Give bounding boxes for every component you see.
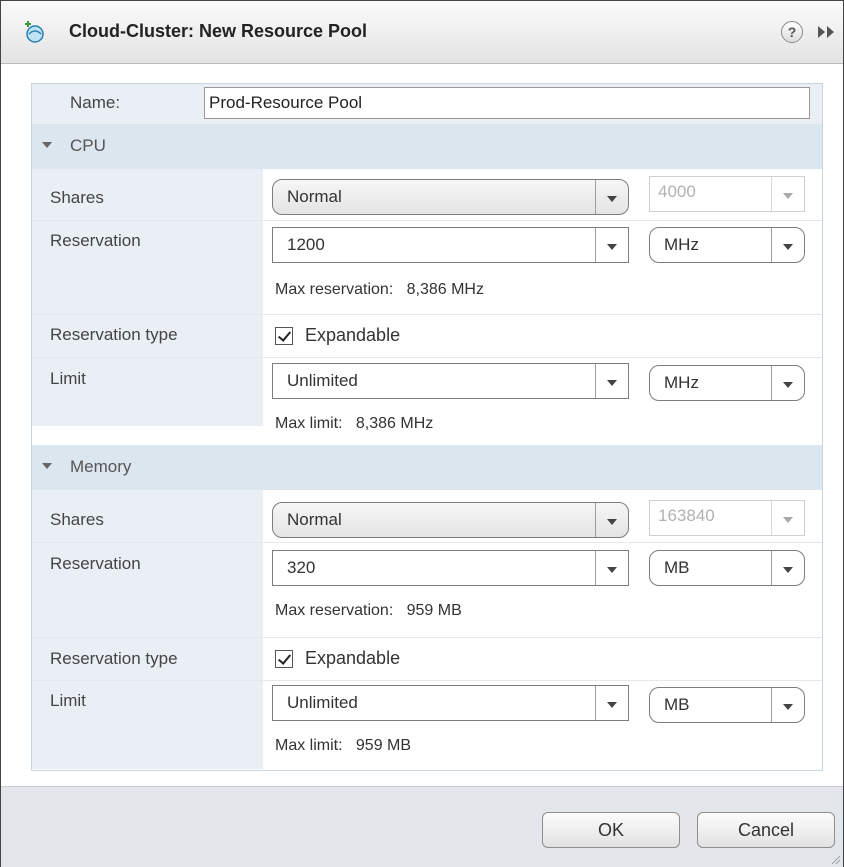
memory-max-reservation: Max reservation: 959 MB — [275, 602, 462, 619]
dialog-title: Cloud-Cluster: New Resource Pool — [69, 21, 368, 41]
cpu-reservation-unit-select[interactable]: MHz — [649, 227, 805, 263]
memory-reservation-unit-select[interactable]: MB — [649, 550, 805, 586]
dropdown-arrow-icon — [771, 177, 804, 211]
dropdown-arrow-icon[interactable] — [771, 688, 804, 722]
dropdown-arrow-icon[interactable] — [595, 686, 628, 720]
cancel-button[interactable]: Cancel — [697, 812, 835, 848]
cpu-section-title: CPU — [70, 136, 106, 155]
dropdown-arrow-icon — [771, 501, 804, 535]
dropdown-arrow-icon[interactable] — [595, 364, 628, 398]
memory-reservation-combo[interactable]: 320 — [272, 550, 629, 586]
dropdown-arrow-icon[interactable] — [595, 180, 628, 214]
memory-reservation-value: 320 — [287, 558, 316, 577]
cpu-limit-combo[interactable]: Unlimited — [272, 363, 629, 399]
cpu-shares-value: 4000 — [658, 182, 696, 201]
memory-shares-value: 163840 — [658, 506, 715, 525]
dropdown-arrow-icon[interactable] — [771, 366, 804, 400]
memory-shares-level: Normal — [287, 510, 342, 529]
memory-limit-unit: MB — [664, 695, 690, 714]
memory-expandable-checkbox[interactable] — [275, 650, 293, 668]
cpu-shares-select[interactable]: Normal — [272, 179, 629, 215]
memory-section-title: Memory — [70, 457, 132, 476]
dropdown-arrow-icon[interactable] — [595, 551, 628, 585]
help-icon[interactable]: ? — [781, 21, 803, 43]
memory-limit-value: Unlimited — [287, 693, 358, 712]
title-bar[interactable]: Cloud-Cluster: New Resource Pool ? — [1, 1, 843, 64]
ok-button[interactable]: OK — [542, 812, 680, 848]
cpu-reservation-combo[interactable]: 1200 — [272, 227, 629, 263]
cpu-section-header[interactable]: CPU — [32, 124, 822, 169]
dropdown-arrow-icon[interactable] — [595, 503, 628, 537]
resource-pool-icon — [25, 21, 44, 43]
dropdown-arrow-icon[interactable] — [595, 228, 628, 262]
name-row: Name: — [32, 84, 822, 124]
cpu-shares-level: Normal — [287, 187, 342, 206]
cpu-expandable-checkbox[interactable] — [275, 327, 293, 345]
cpu-reservation-unit: MHz — [664, 235, 699, 254]
cpu-limit-unit: MHz — [664, 373, 699, 392]
memory-max-limit: Max limit: 959 MB — [275, 737, 412, 754]
cpu-reservation-value: 1200 — [287, 235, 325, 254]
memory-reservation-label: Reservation — [50, 554, 141, 573]
cpu-max-limit: Max limit: 8,386 MHz — [275, 415, 434, 432]
collapse-triangle-icon — [42, 142, 52, 148]
cpu-expandable-label: Expandable — [305, 325, 401, 345]
dialog-footer: OK Cancel — [1, 786, 843, 867]
memory-expandable-label: Expandable — [305, 648, 401, 668]
cpu-reservation-type-label: Reservation type — [50, 325, 178, 344]
name-input[interactable] — [204, 87, 810, 119]
resource-pool-dialog: Cloud-Cluster: New Resource Pool ? Name:… — [0, 0, 844, 867]
cpu-limit-label: Limit — [50, 369, 86, 388]
resize-grip-icon[interactable] — [829, 853, 841, 865]
memory-limit-unit-select[interactable]: MB — [649, 687, 805, 723]
memory-shares-label: Shares — [50, 510, 104, 529]
cpu-max-reservation: Max reservation: 8,386 MHz — [275, 281, 484, 298]
memory-limit-label: Limit — [50, 691, 86, 710]
memory-limit-combo[interactable]: Unlimited — [272, 685, 629, 721]
memory-shares-value-field: 163840 — [649, 500, 805, 536]
collapse-triangle-icon — [42, 463, 52, 469]
memory-label-column — [32, 490, 263, 769]
name-label: Name: — [70, 93, 121, 112]
cpu-shares-label: Shares — [50, 188, 104, 207]
memory-shares-select[interactable]: Normal — [272, 502, 629, 538]
cpu-limit-unit-select[interactable]: MHz — [649, 365, 805, 401]
memory-reservation-unit: MB — [664, 558, 690, 577]
collapse-arrows-icon[interactable] — [816, 25, 836, 39]
memory-reservation-type-label: Reservation type — [50, 649, 178, 668]
cpu-limit-value: Unlimited — [287, 371, 358, 390]
memory-section-header[interactable]: Memory — [32, 445, 822, 490]
cpu-reservation-label: Reservation — [50, 231, 141, 250]
dropdown-arrow-icon[interactable] — [771, 228, 804, 262]
dropdown-arrow-icon[interactable] — [771, 551, 804, 585]
cpu-shares-value-field: 4000 — [649, 176, 805, 212]
resource-pool-form: Name: CPU Shares Normal 4000 Reservation… — [31, 83, 823, 771]
